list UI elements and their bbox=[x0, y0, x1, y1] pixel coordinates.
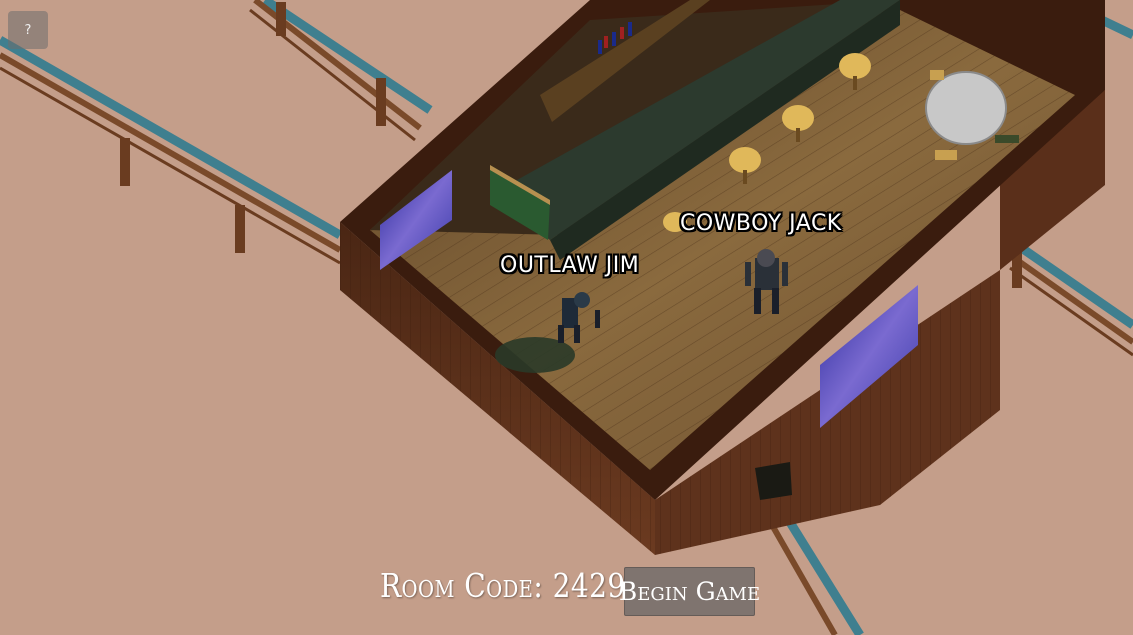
begin-game-button[interactable]: Begin Game bbox=[619, 567, 760, 616]
player-name-label: OUTLAW JIM bbox=[500, 253, 640, 278]
saloon-scene bbox=[0, 0, 1133, 635]
room-code-label: Room Code: bbox=[380, 566, 544, 605]
help-button[interactable]: ? bbox=[8, 11, 48, 49]
room-code-value: 2429 bbox=[552, 566, 626, 605]
room-code: Room Code: 2429 bbox=[380, 566, 626, 605]
player-name-label: COWBOY JACK bbox=[680, 211, 842, 236]
